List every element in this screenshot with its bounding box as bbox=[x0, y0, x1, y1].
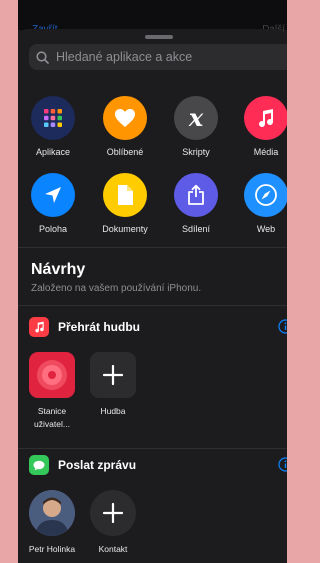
radio-station-icon bbox=[29, 352, 75, 398]
tile-label: Hudba bbox=[100, 406, 126, 416]
action-sheet: Aplikace Oblíbené x Skripty bbox=[18, 29, 287, 563]
search-input[interactable] bbox=[54, 49, 278, 65]
category-label: Sdílení bbox=[181, 224, 211, 234]
category-label: Skripty bbox=[182, 147, 210, 157]
tile-label: Kontakt bbox=[98, 544, 128, 554]
category-documents[interactable]: Dokumenty bbox=[90, 173, 160, 234]
category-apps[interactable]: Aplikace bbox=[18, 96, 88, 157]
tile-add-music[interactable]: Hudba bbox=[83, 352, 143, 418]
category-scripts[interactable]: x Skripty bbox=[161, 96, 231, 157]
tile-add-contact[interactable]: Kontakt bbox=[83, 490, 143, 556]
contact-avatar-icon bbox=[29, 490, 75, 536]
divider bbox=[18, 448, 287, 449]
category-label: Poloha bbox=[38, 224, 68, 234]
messages-app-icon bbox=[29, 455, 49, 475]
section-play-music[interactable]: Přehrát hudbu bbox=[29, 317, 287, 337]
compass-icon bbox=[244, 173, 287, 217]
category-location[interactable]: Poloha bbox=[18, 173, 88, 234]
script-x-icon: x bbox=[174, 96, 218, 140]
category-label: Web bbox=[256, 224, 276, 234]
category-sharing[interactable]: Sdílení bbox=[161, 173, 231, 234]
music-note-icon bbox=[244, 96, 287, 140]
divider bbox=[18, 305, 287, 306]
search-icon bbox=[36, 50, 49, 64]
category-label: Dokumenty bbox=[102, 224, 148, 234]
suggestions-subtitle: Založeno na vašem používání iPhonu. bbox=[31, 283, 202, 294]
category-web[interactable]: Web bbox=[231, 173, 287, 234]
category-favorites[interactable]: Oblíbené bbox=[90, 96, 160, 157]
category-label: Oblíbené bbox=[106, 147, 144, 157]
plus-icon bbox=[90, 490, 136, 536]
music-app-icon bbox=[29, 317, 49, 337]
sheet-grabber[interactable] bbox=[145, 35, 173, 39]
info-icon[interactable] bbox=[278, 457, 287, 472]
tile-label: Petr Holinka bbox=[28, 544, 76, 554]
section-title: Přehrát hudbu bbox=[58, 320, 141, 334]
tile-contact-petr[interactable]: Petr Holinka bbox=[22, 490, 82, 556]
suggestions-title: Návrhy bbox=[31, 261, 86, 278]
location-arrow-icon bbox=[31, 173, 75, 217]
document-icon bbox=[103, 173, 147, 217]
divider bbox=[18, 247, 287, 248]
category-media[interactable]: Média bbox=[231, 96, 287, 157]
share-icon bbox=[174, 173, 218, 217]
category-label: Média bbox=[253, 147, 279, 157]
section-title: Poslat zprávu bbox=[58, 458, 137, 472]
search-bar[interactable] bbox=[29, 44, 287, 70]
section-send-message[interactable]: Poslat zprávu bbox=[29, 455, 287, 475]
plus-icon bbox=[90, 352, 136, 398]
top-bar: Zavřít Další bbox=[18, 0, 287, 35]
apps-grid-icon bbox=[31, 96, 75, 140]
heart-icon bbox=[103, 96, 147, 140]
tile-label: Stanice uživatel... bbox=[34, 406, 70, 429]
category-label: Aplikace bbox=[35, 147, 71, 157]
tile-user-station[interactable]: Stanice uživatel... bbox=[22, 352, 82, 431]
phone-screen: Zavřít Další bbox=[18, 0, 287, 563]
info-icon[interactable] bbox=[278, 319, 287, 334]
